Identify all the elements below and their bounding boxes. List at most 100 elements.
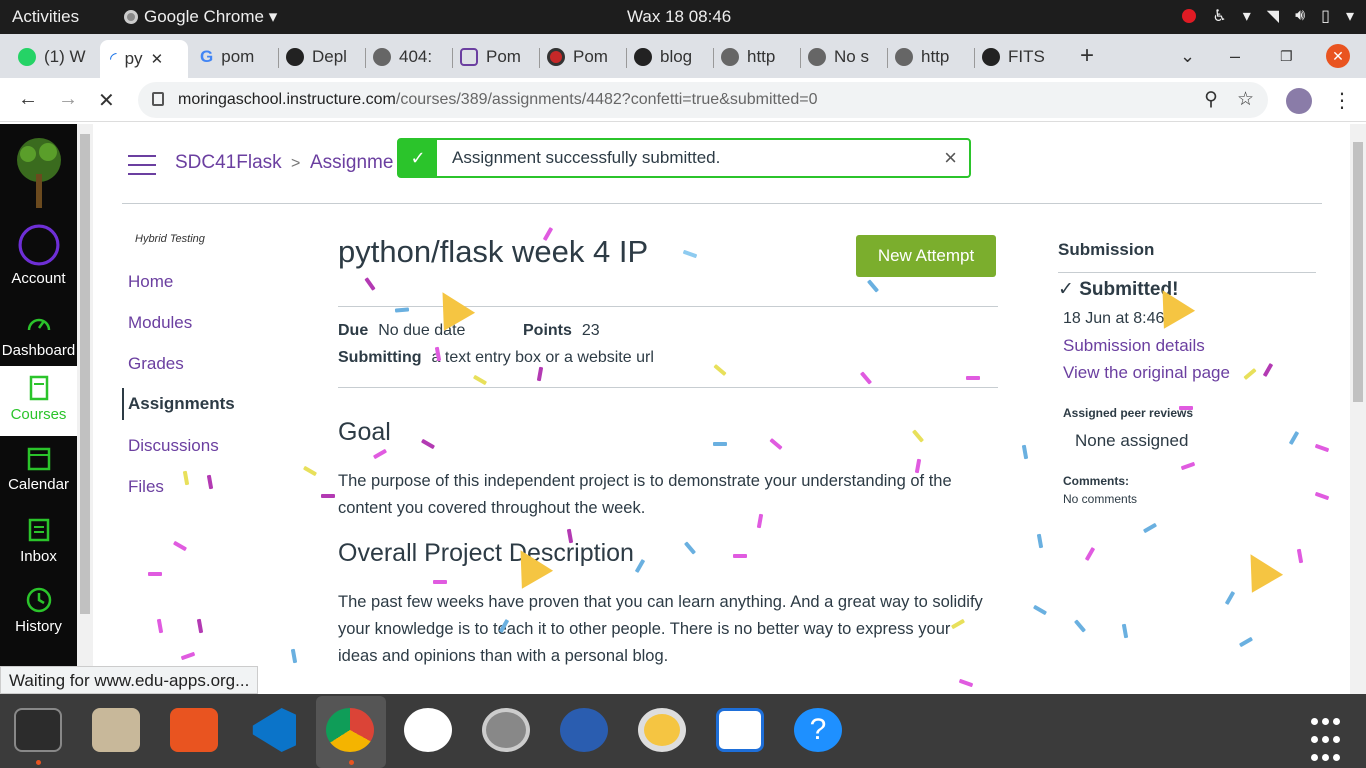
stop-icon[interactable]: ✕ bbox=[98, 88, 115, 113]
nav-inbox[interactable]: Inbox bbox=[0, 516, 77, 565]
dock: ? bbox=[0, 694, 1366, 768]
files-icon[interactable] bbox=[92, 708, 140, 752]
breadcrumb-course[interactable]: SDC41Flask bbox=[175, 152, 282, 174]
lock-icon[interactable] bbox=[152, 92, 164, 106]
minimize-icon[interactable]: – bbox=[1230, 46, 1240, 67]
accessibility-icon[interactable]: ♿︎ bbox=[1212, 6, 1226, 26]
overall-text: The past few weeks have proven that you … bbox=[338, 593, 983, 665]
nav-dashboard[interactable]: Dashboard bbox=[0, 310, 77, 359]
tab-label: 404: bbox=[399, 47, 433, 66]
tray-dropdown-icon[interactable]: ▾ bbox=[1243, 6, 1251, 26]
account-icon bbox=[18, 224, 59, 266]
profile-avatar[interactable] bbox=[1286, 88, 1312, 114]
globe-icon bbox=[373, 48, 391, 66]
course-nav-modules[interactable]: Modules bbox=[128, 313, 192, 333]
address-bar-row: ← → ✕ moringaschool.instructure.com/cour… bbox=[0, 78, 1366, 122]
left-scrollbar[interactable] bbox=[77, 124, 93, 666]
show-apps-icon[interactable] bbox=[1309, 714, 1345, 761]
tab-github[interactable]: Depl bbox=[286, 42, 356, 72]
p-icon bbox=[460, 48, 478, 66]
course-nav-grades[interactable]: Grades bbox=[128, 354, 184, 374]
record-indicator-icon bbox=[1182, 9, 1197, 23]
overall-heading: Overall Project Description bbox=[338, 539, 634, 567]
tab-http-1[interactable]: http bbox=[721, 42, 791, 72]
nav-courses[interactable]: Courses bbox=[0, 366, 77, 436]
tab-fits[interactable]: FITS bbox=[982, 42, 1054, 72]
tab-label: Pom bbox=[486, 47, 521, 66]
course-nav-discussions[interactable]: Discussions bbox=[128, 436, 219, 456]
nav-account[interactable]: Account bbox=[0, 224, 77, 287]
course-nav-files[interactable]: Files bbox=[128, 477, 164, 497]
institution-logo[interactable] bbox=[12, 134, 66, 210]
software-center-icon[interactable] bbox=[170, 708, 218, 752]
right-scrollbar[interactable] bbox=[1350, 124, 1366, 694]
globe-icon bbox=[895, 48, 913, 66]
header-divider bbox=[122, 203, 1322, 204]
tab-pom-p[interactable]: Pom bbox=[460, 42, 530, 72]
global-navigation: Account Dashboard Courses Calendar Inbox… bbox=[0, 124, 77, 666]
courses-icon bbox=[29, 375, 48, 401]
bookmark-star-icon[interactable]: ☆ bbox=[1237, 88, 1254, 111]
os-top-bar: Activities Google Chrome ▾ Wax 18 08:46 … bbox=[0, 0, 1366, 34]
system-menu-icon[interactable]: ▾ bbox=[1346, 6, 1354, 26]
meta-divider bbox=[338, 387, 998, 388]
restore-icon[interactable]: ❐ bbox=[1280, 48, 1293, 65]
wifi-icon: ◥ bbox=[1266, 8, 1280, 25]
new-attempt-button[interactable]: New Attempt bbox=[856, 235, 996, 277]
chrome-dock-icon[interactable] bbox=[326, 708, 374, 752]
comments-heading: Comments: bbox=[1063, 474, 1130, 488]
dashboard-icon bbox=[27, 318, 50, 331]
course-name: Hybrid Testing bbox=[135, 233, 205, 245]
tab-404[interactable]: 404: bbox=[373, 42, 443, 72]
zoom-icon[interactable]: ⚲ bbox=[1204, 88, 1218, 111]
window-close-icon[interactable]: ✕ bbox=[1326, 44, 1350, 68]
history-icon bbox=[26, 587, 51, 613]
peer-reviews-heading: Assigned peer reviews bbox=[1063, 406, 1194, 420]
rhythmbox-icon[interactable] bbox=[638, 708, 686, 752]
clock[interactable]: Wax 18 08:46 bbox=[627, 7, 731, 27]
activities-button[interactable]: Activities bbox=[12, 7, 79, 27]
course-nav-home[interactable]: Home bbox=[128, 272, 173, 292]
terminal-icon[interactable] bbox=[14, 708, 62, 752]
back-icon[interactable]: ← bbox=[18, 88, 38, 111]
slack-icon[interactable] bbox=[404, 708, 452, 752]
tab-active[interactable]: ◜ py ✕ bbox=[100, 40, 188, 78]
system-tray[interactable]: ♿︎ ▾ ◥ 🔊︎ ▯ ▾ bbox=[1182, 6, 1354, 26]
view-original-link[interactable]: View the original page bbox=[1063, 363, 1230, 383]
forward-icon[interactable]: → bbox=[58, 88, 78, 111]
submitted-date: 18 Jun at 8:46 bbox=[1063, 310, 1165, 327]
app-menu[interactable]: Google Chrome ▾ bbox=[124, 7, 277, 27]
settings-icon[interactable] bbox=[482, 708, 530, 752]
alert-message: Assignment successfully submitted. bbox=[452, 148, 721, 167]
alert-close-icon[interactable]: × bbox=[944, 145, 957, 171]
tab-strip: (1) W ◜ py ✕ Gpom Depl 404: Pom Pom blog h… bbox=[0, 34, 1366, 78]
url-text[interactable]: moringaschool.instructure.com/courses/38… bbox=[178, 91, 817, 109]
chrome-menu-icon[interactable]: ⋮ bbox=[1332, 88, 1352, 113]
points-row: Points 23 bbox=[523, 322, 600, 339]
tab-google[interactable]: Gpom bbox=[200, 42, 270, 72]
writer-icon[interactable] bbox=[716, 708, 764, 752]
thunderbird-icon[interactable] bbox=[560, 708, 608, 752]
nav-calendar[interactable]: Calendar bbox=[0, 444, 77, 493]
submitting-row: Submitting a text entry box or a website … bbox=[338, 349, 654, 366]
help-icon[interactable]: ? bbox=[794, 708, 842, 752]
tab-blog[interactable]: blog bbox=[634, 42, 704, 72]
course-nav-assignments[interactable]: Assignments bbox=[122, 388, 235, 420]
vscode-icon[interactable] bbox=[252, 708, 296, 752]
tab-no-s[interactable]: No s bbox=[808, 42, 878, 72]
tab-search-icon[interactable]: ⌄ bbox=[1180, 46, 1195, 67]
assignment-title: python/flask week 4 IP bbox=[338, 234, 649, 269]
tab-whatsapp[interactable]: (1) W bbox=[18, 42, 92, 72]
new-tab-button[interactable]: + bbox=[1080, 42, 1094, 70]
page-content: SDC41Flask > Assignme Hybrid Testing Hom… bbox=[93, 124, 1350, 694]
tab-close-icon[interactable]: ✕ bbox=[151, 50, 164, 68]
tab-pom-red[interactable]: Pom bbox=[547, 42, 617, 72]
omnibox[interactable]: moringaschool.instructure.com/courses/38… bbox=[138, 82, 1268, 118]
tab-http-2[interactable]: http bbox=[895, 42, 965, 72]
submission-details-link[interactable]: Submission details bbox=[1063, 336, 1205, 356]
course-menu-toggle-icon[interactable] bbox=[128, 155, 156, 182]
breadcrumb-section[interactable]: Assignme bbox=[310, 152, 393, 174]
battery-icon: ▯ bbox=[1321, 8, 1330, 25]
nav-history[interactable]: History bbox=[0, 586, 77, 635]
chrome-icon bbox=[124, 10, 138, 24]
